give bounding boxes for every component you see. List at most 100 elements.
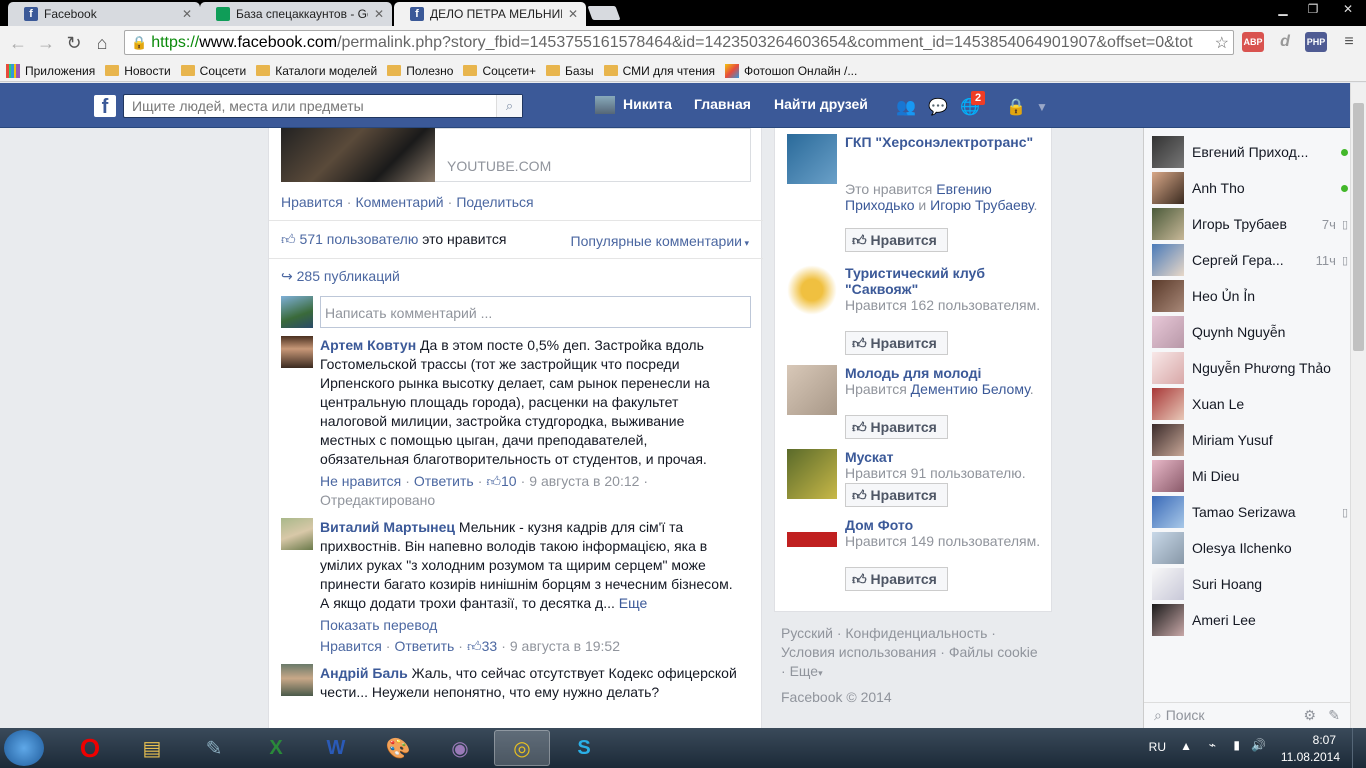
- avatar[interactable]: [595, 96, 615, 114]
- notepad-icon[interactable]: ✎: [186, 730, 242, 766]
- comment-author[interactable]: Виталий Мартынец: [320, 519, 455, 535]
- messages-icon[interactable]: 💬: [928, 97, 948, 117]
- php-extension[interactable]: PHP: [1305, 32, 1327, 52]
- network-icon[interactable]: ▮: [1233, 738, 1240, 752]
- menu-icon[interactable]: ≡: [1338, 32, 1360, 52]
- gear-icon[interactable]: ⚙: [1303, 707, 1316, 724]
- bookmark-photoshop[interactable]: Фотошоп Онлайн /...: [725, 63, 857, 78]
- reply-button[interactable]: Ответить: [414, 473, 474, 489]
- friend-requests-icon[interactable]: 👥: [896, 97, 916, 117]
- avatar[interactable]: [281, 518, 313, 550]
- volume-icon[interactable]: 🔊: [1251, 738, 1266, 752]
- tab-active-post[interactable]: f ДЕЛО ПЕТРА МЕЛЬНИКА ✕: [394, 2, 586, 26]
- search-icon[interactable]: ⌕: [496, 95, 522, 117]
- page-image[interactable]: [787, 265, 837, 315]
- liker-link[interactable]: Дементию Белому: [911, 381, 1030, 397]
- like-page-button[interactable]: 👍︎ Нравится: [845, 483, 948, 507]
- like-page-button[interactable]: 👍︎ Нравится: [845, 228, 948, 252]
- window-close-icon[interactable]: ✕: [1330, 0, 1366, 18]
- likes-count-link[interactable]: 571 пользователю: [300, 231, 419, 247]
- bookmark-folder[interactable]: Соцсети: [180, 64, 246, 78]
- profile-link[interactable]: Никита: [623, 96, 672, 112]
- reload-icon[interactable]: ↻: [60, 33, 88, 54]
- tab-facebook[interactable]: f Facebook ✕: [8, 2, 200, 26]
- explorer-icon[interactable]: ▤: [124, 730, 180, 766]
- close-icon[interactable]: ✕: [374, 7, 384, 21]
- search-input[interactable]: Ищите людей, места или предметы ⌕: [123, 94, 523, 118]
- chat-friend[interactable]: Suri Hoang: [1152, 566, 1348, 602]
- compose-icon[interactable]: ✎: [1328, 707, 1340, 724]
- tray-arrow-icon[interactable]: ▲: [1180, 739, 1192, 753]
- page-name[interactable]: Туристический клуб "Саквояж": [845, 265, 1045, 297]
- comment-likes[interactable]: 👍︎10: [486, 473, 516, 489]
- page-image[interactable]: [787, 517, 837, 567]
- tor-icon[interactable]: ◉: [432, 730, 488, 766]
- bookmark-folder[interactable]: Новости: [105, 64, 171, 78]
- chat-search-input[interactable]: ⌕ Поиск ⚙ ✎: [1144, 702, 1350, 728]
- comment-button[interactable]: Комментарий: [355, 194, 443, 210]
- minimize-icon[interactable]: ▁: [1268, 0, 1298, 18]
- adblock-extension[interactable]: ABP: [1242, 32, 1264, 52]
- comment-likes[interactable]: 👍︎33: [467, 638, 497, 654]
- chat-friend[interactable]: Anh Tho: [1152, 170, 1348, 206]
- forward-icon[interactable]: →: [32, 33, 60, 54]
- comment-author[interactable]: Артем Ковтун: [320, 337, 416, 353]
- page-name[interactable]: Мускат: [845, 449, 1045, 465]
- chat-friend[interactable]: Tamao Serizawa ▯: [1152, 494, 1348, 530]
- home-icon[interactable]: ⌂: [88, 33, 116, 54]
- clock-time[interactable]: 8:07: [1313, 733, 1336, 747]
- page-image[interactable]: [787, 365, 837, 415]
- footer-link[interactable]: Файлы cookie: [949, 644, 1038, 660]
- chat-friend[interactable]: Xuan Le: [1152, 386, 1348, 422]
- back-icon[interactable]: ←: [4, 33, 32, 54]
- bookmark-folder[interactable]: Соцсети+: [463, 64, 536, 78]
- clock-date[interactable]: 11.08.2014: [1281, 750, 1340, 764]
- footer-link[interactable]: Условия использования: [781, 644, 936, 660]
- page-name[interactable]: Молодь для молоді: [845, 365, 1045, 381]
- facebook-logo-icon[interactable]: f: [94, 95, 116, 118]
- bookmark-folder[interactable]: Полезно: [387, 64, 453, 78]
- show-desktop-button[interactable]: [1352, 728, 1366, 768]
- chat-friend[interactable]: Евгений Приход...: [1152, 134, 1348, 170]
- reply-button[interactable]: Ответить: [394, 638, 454, 654]
- chat-friend[interactable]: Miriam Yusuf: [1152, 422, 1348, 458]
- liker-link[interactable]: Игорю Трубаеву: [930, 197, 1033, 213]
- paint-icon[interactable]: 🎨: [370, 730, 426, 766]
- bookmark-star-icon[interactable]: ☆: [1215, 33, 1229, 53]
- chat-friend[interactable]: Сергей Гера... 11ч ▯: [1152, 242, 1348, 278]
- like-page-button[interactable]: 👍︎ Нравится: [845, 415, 948, 439]
- chat-friend[interactable]: Nguyễn Phương Thảo: [1152, 350, 1348, 386]
- tab-sheets[interactable]: База спецаккаунтов - Go ✕: [200, 2, 392, 26]
- comment-input[interactable]: Написать комментарий ...: [320, 296, 751, 328]
- comment-time[interactable]: 9 августа в 20:12: [529, 473, 639, 489]
- excel-icon[interactable]: X: [248, 730, 304, 766]
- privacy-lock-icon[interactable]: 🔒: [1006, 97, 1026, 117]
- new-tab-button[interactable]: [587, 6, 621, 20]
- chat-friend[interactable]: Olesya Ilchenko: [1152, 530, 1348, 566]
- comment-time[interactable]: 9 августа в 19:52: [510, 638, 620, 654]
- like-button[interactable]: Нравится: [281, 194, 343, 210]
- page-image[interactable]: [787, 449, 837, 499]
- translate-link[interactable]: Показать перевод: [320, 617, 437, 633]
- address-bar[interactable]: 🔒 https:// www.facebook.com /permalink.p…: [124, 30, 1234, 55]
- footer-link[interactable]: Еще: [790, 663, 819, 679]
- home-link[interactable]: Главная: [694, 96, 751, 112]
- page-name[interactable]: Дом Фото: [845, 517, 1045, 533]
- usb-icon[interactable]: ⌁: [1209, 738, 1216, 752]
- chat-friend[interactable]: Mi Dieu: [1152, 458, 1348, 494]
- close-icon[interactable]: ✕: [182, 7, 192, 21]
- find-friends-link[interactable]: Найти друзей: [774, 96, 868, 112]
- video-thumbnail[interactable]: [281, 128, 435, 182]
- opera-icon[interactable]: O: [62, 730, 118, 766]
- chrome-icon[interactable]: ◎: [494, 730, 550, 766]
- bookmark-folder[interactable]: Базы: [546, 64, 594, 78]
- start-button[interactable]: [4, 730, 44, 766]
- bookmark-folder[interactable]: СМИ для чтения: [603, 64, 715, 78]
- shares-link[interactable]: ↪ 285 публикаций: [281, 268, 400, 285]
- close-icon[interactable]: ✕: [568, 7, 578, 21]
- skype-icon[interactable]: S: [556, 730, 612, 766]
- like-button[interactable]: Нравится: [320, 638, 382, 654]
- footer-link[interactable]: Русский: [781, 625, 833, 641]
- footer-link[interactable]: Конфиденциальность: [845, 625, 987, 641]
- chat-friend[interactable]: Игорь Трубаев 7ч ▯: [1152, 206, 1348, 242]
